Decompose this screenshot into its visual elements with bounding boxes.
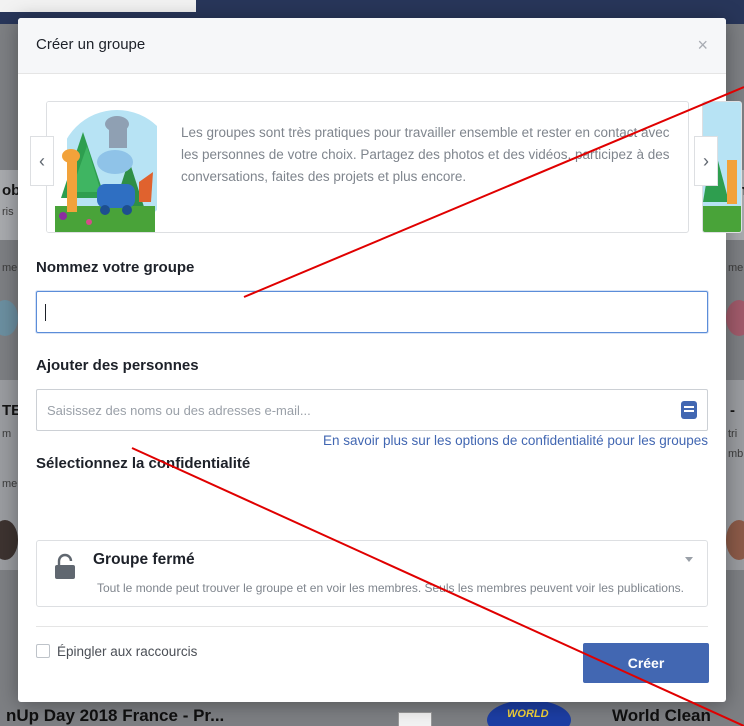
create-group-dialog: Créer un groupe × Les groupes sont très … [18,18,742,702]
text-caret [45,304,46,321]
pin-shortcut-label: Épingler aux raccourcis [57,643,198,659]
privacy-info-link[interactable]: En savoir plus sur les options de confid… [323,433,708,448]
add-people-input[interactable] [47,400,667,420]
pin-shortcut-option[interactable]: Épingler aux raccourcis [36,642,197,660]
background-text: m [2,428,12,440]
pin-shortcut-checkbox[interactable] [36,644,50,658]
privacy-select[interactable]: Groupe fermé Tout le monde peut trouver … [36,540,708,607]
privacy-label: Sélectionnez la confidentialité [36,455,251,472]
background-text: me [2,478,18,490]
world-cleanup-logo: WORLD [487,700,571,726]
dialog-title: Créer un groupe [36,36,146,53]
background-text: - [730,402,735,419]
background-text: mb [728,448,744,460]
lock-icon [55,553,75,579]
background-text: tri [728,428,738,440]
background-text: me [728,262,744,274]
group-name-label: Nommez votre groupe [36,259,195,276]
group-name-input[interactable] [36,291,708,333]
background-post-title: nUp Day 2018 France - Pr... [6,706,225,725]
intro-card: Les groupes sont très pratiques pour tra… [46,101,689,233]
chevron-down-icon [685,557,693,562]
add-people-label: Ajouter des personnes [36,357,199,374]
add-people-field[interactable] [36,389,708,431]
intro-text: Les groupes sont très pratiques pour tra… [181,125,670,184]
intro-carousel: Les groupes sont très pratiques pour tra… [18,96,742,234]
background-text: ris [2,206,14,218]
groups-illustration [47,102,157,232]
background-post-title: World Clean [612,706,711,725]
privacy-selected-title: Groupe fermé [93,551,195,568]
close-icon[interactable]: × [697,35,708,56]
carousel-next-button[interactable]: › [694,136,718,186]
contacts-icon[interactable] [681,401,697,419]
background-text: me [2,262,18,274]
carousel-prev-button[interactable]: ‹ [30,136,54,186]
create-button[interactable]: Créer [583,643,709,683]
dialog-header: Créer un groupe × [18,18,726,74]
privacy-selected-description: Tout le monde peut trouver le groupe et … [97,581,684,595]
footer-divider [36,626,708,627]
